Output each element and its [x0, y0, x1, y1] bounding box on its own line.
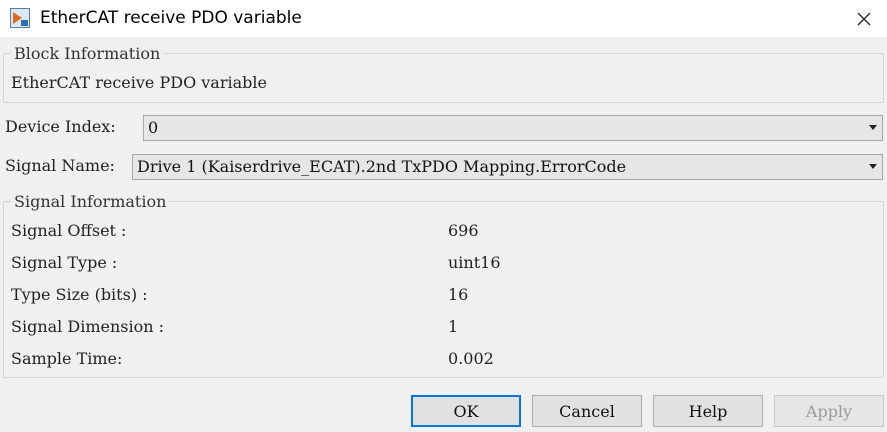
close-button[interactable] [840, 0, 887, 37]
signal-information-legend: Signal Information [11, 193, 170, 211]
signal-offset-label: Signal Offset : [11, 221, 127, 240]
close-icon [857, 12, 870, 25]
signal-name-label: Signal Name: [5, 156, 115, 175]
signal-name-value: Drive 1 (Kaiserdrive_ECAT).2nd TxPDO Map… [137, 157, 627, 176]
ok-button[interactable]: OK [411, 395, 521, 427]
signal-dimension-label: Signal Dimension : [11, 317, 164, 336]
help-button[interactable]: Help [653, 395, 763, 427]
block-description: EtherCAT receive PDO variable [11, 73, 267, 92]
signal-dimension-value: 1 [448, 317, 459, 336]
apply-button[interactable]: Apply [774, 395, 884, 427]
signal-type-label: Signal Type : [11, 253, 118, 272]
chevron-down-icon [869, 125, 877, 130]
signal-type-value: uint16 [448, 253, 501, 272]
device-index-value: 0 [148, 118, 159, 137]
device-index-label: Device Index: [5, 117, 116, 136]
signal-offset-value: 696 [448, 221, 479, 240]
cancel-button[interactable]: Cancel [532, 395, 642, 427]
type-size-label: Type Size (bits) : [11, 285, 148, 304]
chevron-down-icon [869, 164, 877, 169]
block-information-legend: Block Information [11, 45, 164, 63]
sample-time-label: Sample Time: [11, 349, 123, 368]
device-index-select[interactable]: 0 [143, 115, 883, 141]
sample-time-value: 0.002 [448, 349, 494, 368]
window-title: EtherCAT receive PDO variable [40, 8, 302, 28]
title-bar: EtherCAT receive PDO variable [0, 0, 887, 37]
app-icon [10, 8, 30, 28]
type-size-value: 16 [448, 285, 469, 304]
signal-name-select[interactable]: Drive 1 (Kaiserdrive_ECAT).2nd TxPDO Map… [132, 154, 883, 180]
